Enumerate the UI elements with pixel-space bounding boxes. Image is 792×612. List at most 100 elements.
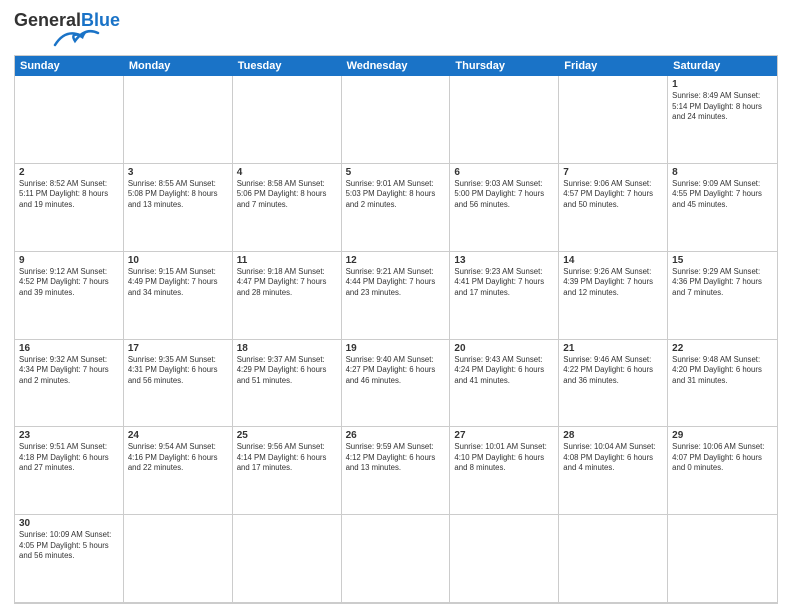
day-info: Sunrise: 9:06 AM Sunset: 4:57 PM Dayligh… — [563, 179, 663, 211]
day-info: Sunrise: 9:18 AM Sunset: 4:47 PM Dayligh… — [237, 267, 337, 299]
calendar-day-2: 2Sunrise: 8:52 AM Sunset: 5:11 PM Daylig… — [15, 164, 124, 252]
calendar-day-4: 4Sunrise: 8:58 AM Sunset: 5:06 PM Daylig… — [233, 164, 342, 252]
calendar-day-22: 22Sunrise: 9:48 AM Sunset: 4:20 PM Dayli… — [668, 340, 777, 428]
calendar-day-29: 29Sunrise: 10:06 AM Sunset: 4:07 PM Dayl… — [668, 427, 777, 515]
day-info: Sunrise: 9:40 AM Sunset: 4:27 PM Dayligh… — [346, 355, 446, 387]
day-number: 14 — [563, 255, 663, 266]
calendar-day-26: 26Sunrise: 9:59 AM Sunset: 4:12 PM Dayli… — [342, 427, 451, 515]
calendar-day-empty — [559, 76, 668, 164]
day-header-wednesday: Wednesday — [342, 56, 451, 76]
day-number: 10 — [128, 255, 228, 266]
day-number: 26 — [346, 430, 446, 441]
day-number: 18 — [237, 343, 337, 354]
day-info: Sunrise: 9:32 AM Sunset: 4:34 PM Dayligh… — [19, 355, 119, 387]
calendar-day-19: 19Sunrise: 9:40 AM Sunset: 4:27 PM Dayli… — [342, 340, 451, 428]
day-number: 1 — [672, 79, 773, 90]
day-info: Sunrise: 9:01 AM Sunset: 5:03 PM Dayligh… — [346, 179, 446, 211]
day-info: Sunrise: 9:26 AM Sunset: 4:39 PM Dayligh… — [563, 267, 663, 299]
day-number: 25 — [237, 430, 337, 441]
day-number: 16 — [19, 343, 119, 354]
day-number: 22 — [672, 343, 773, 354]
day-info: Sunrise: 9:56 AM Sunset: 4:14 PM Dayligh… — [237, 442, 337, 474]
calendar-day-27: 27Sunrise: 10:01 AM Sunset: 4:10 PM Dayl… — [450, 427, 559, 515]
calendar-grid: 1Sunrise: 8:49 AM Sunset: 5:14 PM Daylig… — [15, 76, 777, 603]
logo-bird-icon — [50, 27, 100, 49]
day-number: 21 — [563, 343, 663, 354]
day-number: 17 — [128, 343, 228, 354]
calendar-day-7: 7Sunrise: 9:06 AM Sunset: 4:57 PM Daylig… — [559, 164, 668, 252]
day-number: 7 — [563, 167, 663, 178]
calendar-day-empty — [342, 515, 451, 603]
day-info: Sunrise: 8:49 AM Sunset: 5:14 PM Dayligh… — [672, 91, 773, 123]
day-header-sunday: Sunday — [15, 56, 124, 76]
calendar-day-18: 18Sunrise: 9:37 AM Sunset: 4:29 PM Dayli… — [233, 340, 342, 428]
day-header-tuesday: Tuesday — [233, 56, 342, 76]
calendar-day-12: 12Sunrise: 9:21 AM Sunset: 4:44 PM Dayli… — [342, 252, 451, 340]
day-info: Sunrise: 8:52 AM Sunset: 5:11 PM Dayligh… — [19, 179, 119, 211]
day-number: 24 — [128, 430, 228, 441]
day-info: Sunrise: 8:55 AM Sunset: 5:08 PM Dayligh… — [128, 179, 228, 211]
calendar-day-6: 6Sunrise: 9:03 AM Sunset: 5:00 PM Daylig… — [450, 164, 559, 252]
day-number: 13 — [454, 255, 554, 266]
day-info: Sunrise: 9:59 AM Sunset: 4:12 PM Dayligh… — [346, 442, 446, 474]
day-info: Sunrise: 9:15 AM Sunset: 4:49 PM Dayligh… — [128, 267, 228, 299]
calendar-day-20: 20Sunrise: 9:43 AM Sunset: 4:24 PM Dayli… — [450, 340, 559, 428]
day-info: Sunrise: 9:37 AM Sunset: 4:29 PM Dayligh… — [237, 355, 337, 387]
day-info: Sunrise: 8:58 AM Sunset: 5:06 PM Dayligh… — [237, 179, 337, 211]
day-info: Sunrise: 9:48 AM Sunset: 4:20 PM Dayligh… — [672, 355, 773, 387]
day-number: 15 — [672, 255, 773, 266]
logo: General Blue — [14, 10, 120, 49]
day-number: 3 — [128, 167, 228, 178]
day-header-friday: Friday — [559, 56, 668, 76]
day-number: 2 — [19, 167, 119, 178]
day-number: 4 — [237, 167, 337, 178]
calendar-day-28: 28Sunrise: 10:04 AM Sunset: 4:08 PM Dayl… — [559, 427, 668, 515]
calendar-day-5: 5Sunrise: 9:01 AM Sunset: 5:03 PM Daylig… — [342, 164, 451, 252]
calendar: SundayMondayTuesdayWednesdayThursdayFrid… — [14, 55, 778, 604]
day-info: Sunrise: 9:21 AM Sunset: 4:44 PM Dayligh… — [346, 267, 446, 299]
day-info: Sunrise: 9:03 AM Sunset: 5:00 PM Dayligh… — [454, 179, 554, 211]
day-header-saturday: Saturday — [668, 56, 777, 76]
calendar-day-empty — [342, 76, 451, 164]
day-header-thursday: Thursday — [450, 56, 559, 76]
calendar-day-empty — [15, 76, 124, 164]
calendar-day-14: 14Sunrise: 9:26 AM Sunset: 4:39 PM Dayli… — [559, 252, 668, 340]
day-info: Sunrise: 9:46 AM Sunset: 4:22 PM Dayligh… — [563, 355, 663, 387]
day-info: Sunrise: 9:29 AM Sunset: 4:36 PM Dayligh… — [672, 267, 773, 299]
calendar-day-empty — [124, 515, 233, 603]
day-number: 5 — [346, 167, 446, 178]
day-number: 20 — [454, 343, 554, 354]
day-info: Sunrise: 10:06 AM Sunset: 4:07 PM Daylig… — [672, 442, 773, 474]
day-number: 30 — [19, 518, 119, 529]
day-number: 8 — [672, 167, 773, 178]
page-header: General Blue — [14, 10, 778, 49]
day-number: 28 — [563, 430, 663, 441]
day-number: 23 — [19, 430, 119, 441]
calendar-day-15: 15Sunrise: 9:29 AM Sunset: 4:36 PM Dayli… — [668, 252, 777, 340]
calendar-day-empty — [450, 515, 559, 603]
calendar-day-empty — [559, 515, 668, 603]
day-number: 9 — [19, 255, 119, 266]
calendar-day-25: 25Sunrise: 9:56 AM Sunset: 4:14 PM Dayli… — [233, 427, 342, 515]
calendar-day-21: 21Sunrise: 9:46 AM Sunset: 4:22 PM Dayli… — [559, 340, 668, 428]
calendar-day-11: 11Sunrise: 9:18 AM Sunset: 4:47 PM Dayli… — [233, 252, 342, 340]
day-info: Sunrise: 10:01 AM Sunset: 4:10 PM Daylig… — [454, 442, 554, 474]
day-number: 6 — [454, 167, 554, 178]
calendar-day-8: 8Sunrise: 9:09 AM Sunset: 4:55 PM Daylig… — [668, 164, 777, 252]
day-info: Sunrise: 9:54 AM Sunset: 4:16 PM Dayligh… — [128, 442, 228, 474]
calendar-day-24: 24Sunrise: 9:54 AM Sunset: 4:16 PM Dayli… — [124, 427, 233, 515]
calendar-day-empty — [124, 76, 233, 164]
calendar-day-9: 9Sunrise: 9:12 AM Sunset: 4:52 PM Daylig… — [15, 252, 124, 340]
calendar-day-10: 10Sunrise: 9:15 AM Sunset: 4:49 PM Dayli… — [124, 252, 233, 340]
calendar-day-30: 30Sunrise: 10:09 AM Sunset: 4:05 PM Dayl… — [15, 515, 124, 603]
calendar-day-16: 16Sunrise: 9:32 AM Sunset: 4:34 PM Dayli… — [15, 340, 124, 428]
calendar-day-empty — [668, 515, 777, 603]
day-info: Sunrise: 10:04 AM Sunset: 4:08 PM Daylig… — [563, 442, 663, 474]
calendar-day-17: 17Sunrise: 9:35 AM Sunset: 4:31 PM Dayli… — [124, 340, 233, 428]
day-number: 29 — [672, 430, 773, 441]
day-number: 12 — [346, 255, 446, 266]
day-info: Sunrise: 9:43 AM Sunset: 4:24 PM Dayligh… — [454, 355, 554, 387]
day-header-monday: Monday — [124, 56, 233, 76]
calendar-day-13: 13Sunrise: 9:23 AM Sunset: 4:41 PM Dayli… — [450, 252, 559, 340]
day-number: 27 — [454, 430, 554, 441]
